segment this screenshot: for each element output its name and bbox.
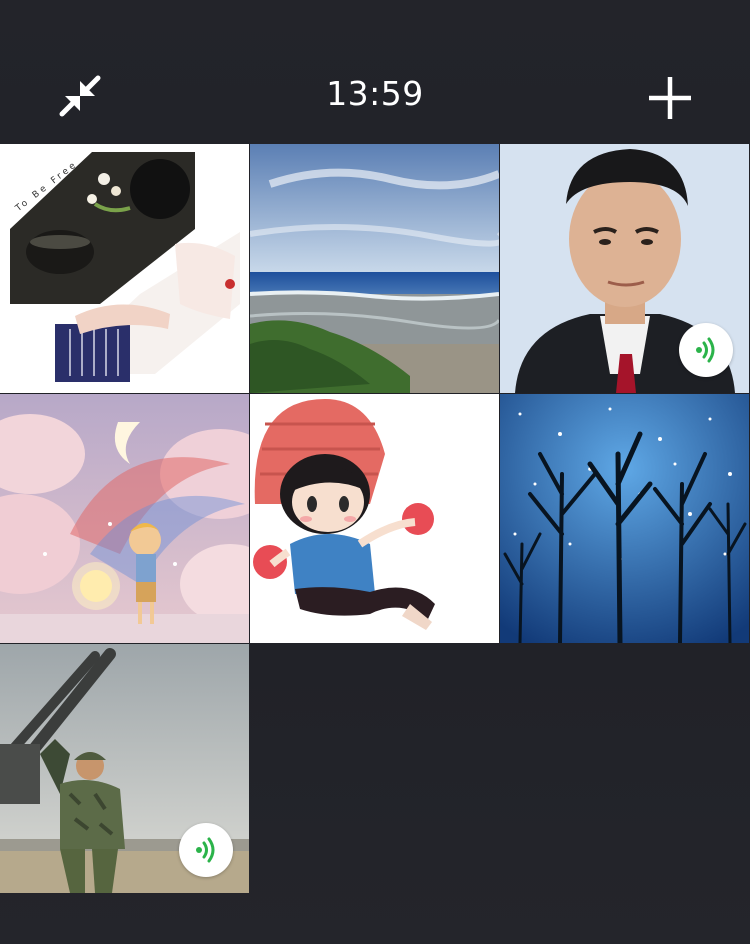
participant-grid: To Be Free	[0, 144, 750, 894]
top-bar: 13:59	[0, 0, 750, 144]
avatar	[250, 394, 499, 643]
participant-tile[interactable]	[500, 394, 749, 643]
speaking-badge	[679, 323, 733, 377]
avatar	[500, 394, 749, 643]
plus-icon	[649, 77, 691, 119]
avatar	[0, 144, 249, 393]
avatar	[250, 144, 499, 393]
minimize-arrows-icon	[59, 75, 101, 117]
participant-tile[interactable]	[0, 394, 249, 643]
minimize-button[interactable]	[48, 66, 112, 126]
participant-tile[interactable]: To Be Free	[0, 144, 249, 393]
speaking-sound-icon	[696, 337, 715, 363]
participant-tile[interactable]	[250, 394, 499, 643]
participant-tile[interactable]	[250, 144, 499, 393]
group-call-screen: 13:59 To Be Free	[0, 0, 750, 944]
add-participant-button[interactable]	[640, 68, 700, 128]
speaking-sound-icon	[196, 837, 215, 863]
participant-tile[interactable]	[500, 144, 749, 393]
call-timer: 13:59	[326, 74, 424, 113]
speaking-badge	[179, 823, 233, 877]
participant-tile[interactable]	[0, 644, 249, 893]
avatar	[0, 394, 249, 643]
